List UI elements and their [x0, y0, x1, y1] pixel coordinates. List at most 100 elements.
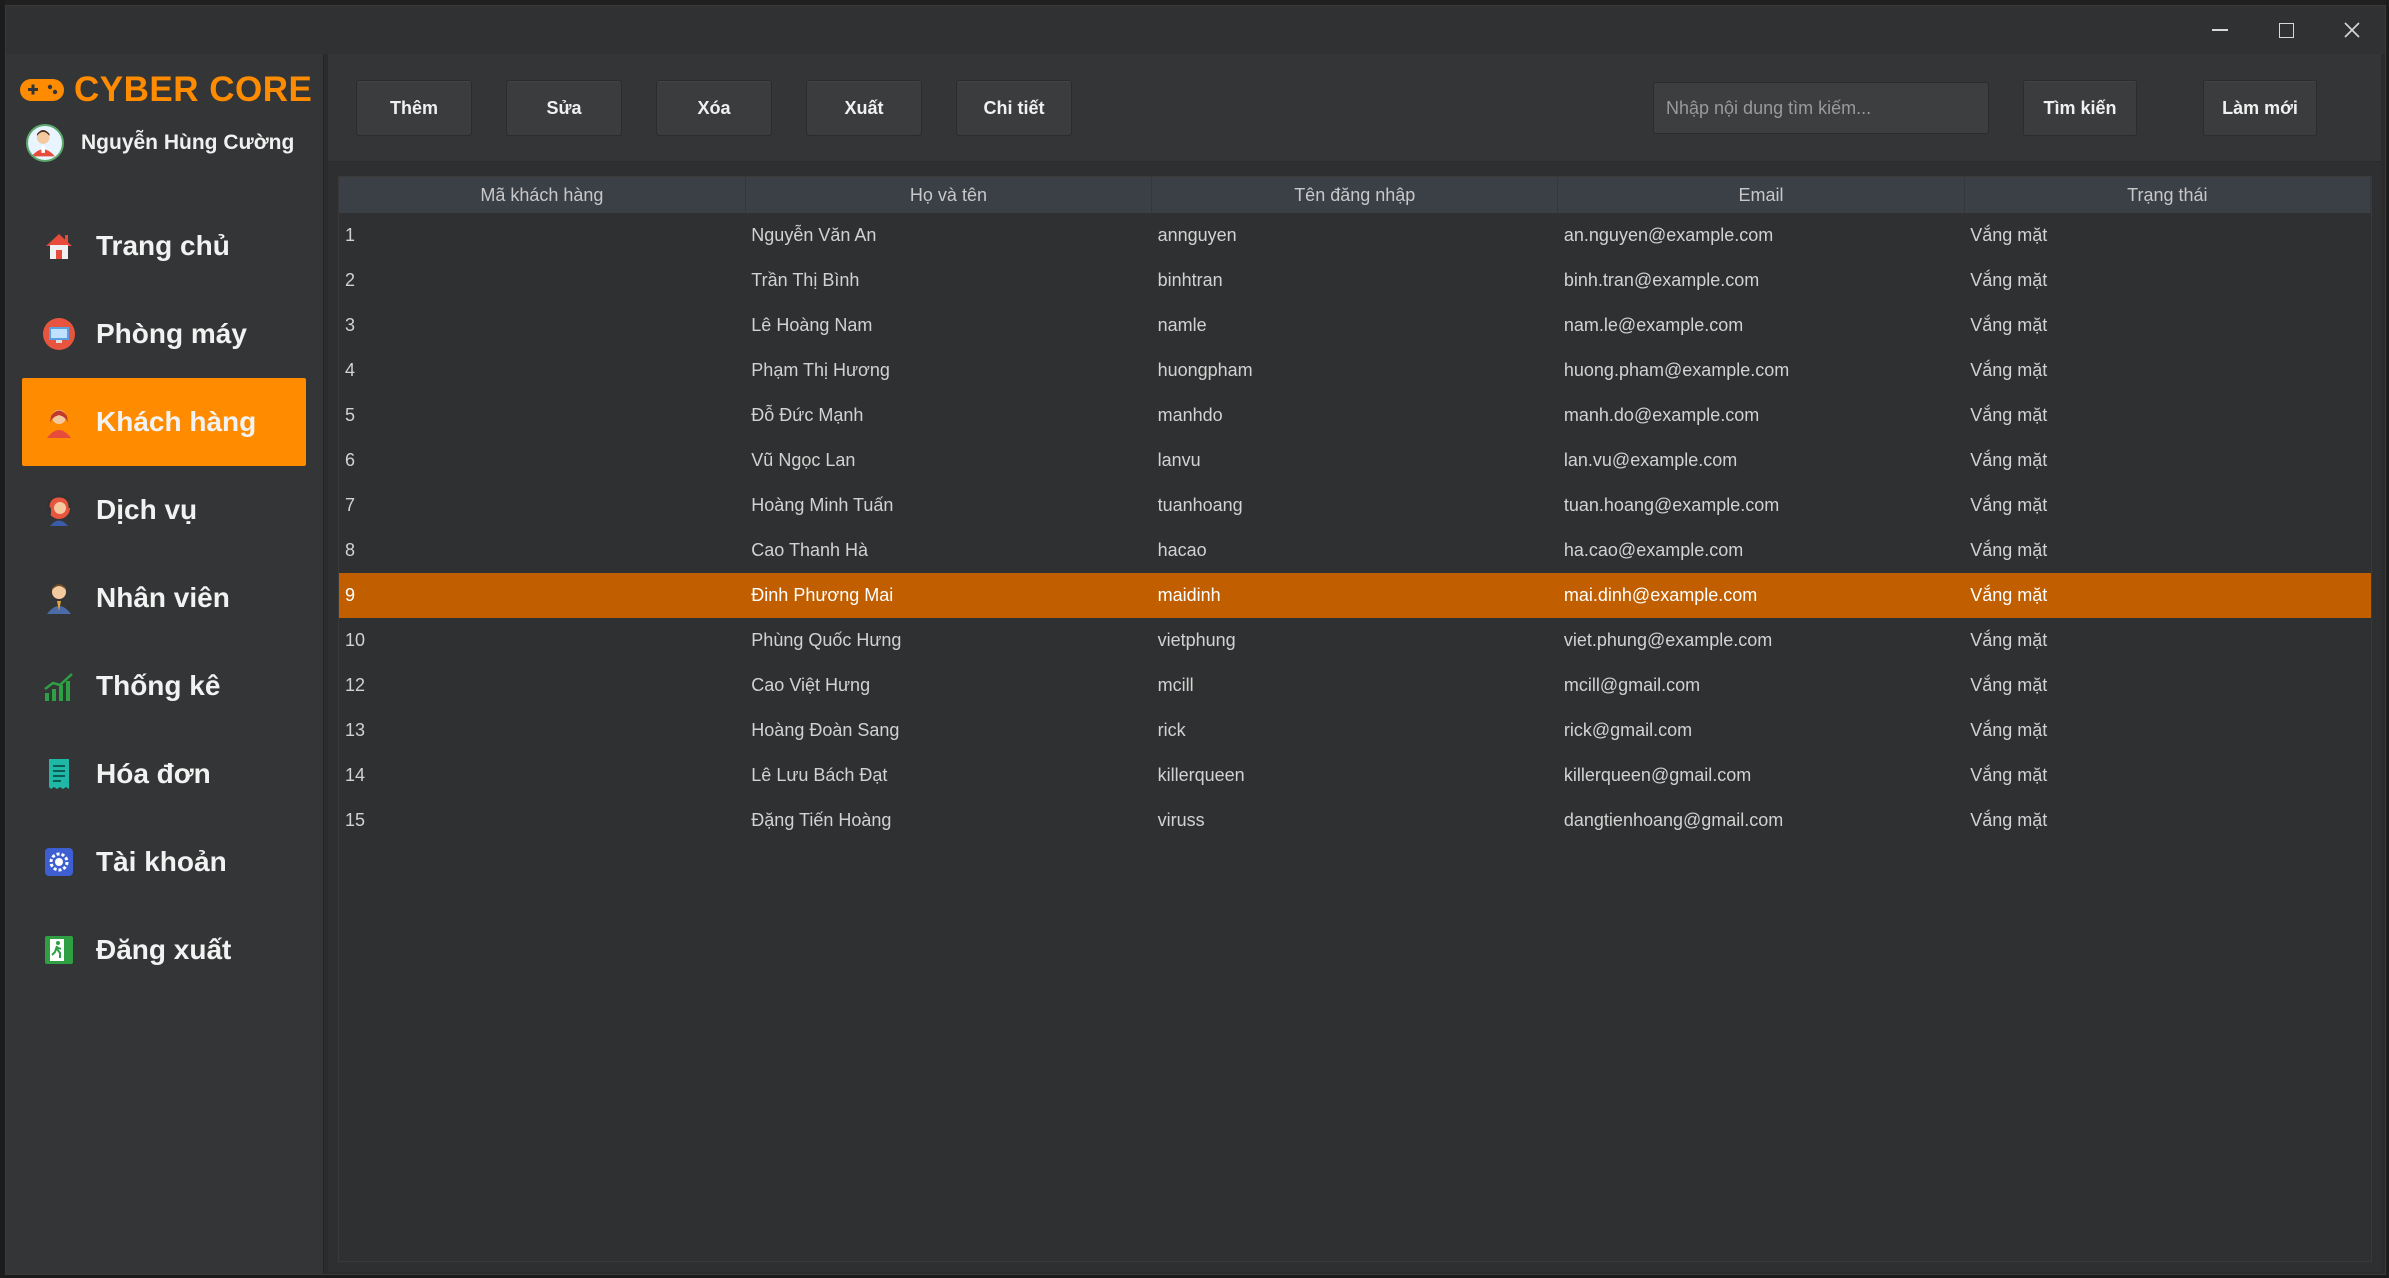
sidebar-item-computer-room[interactable]: Phòng máy [22, 290, 306, 378]
cell-id: 4 [345, 360, 356, 380]
cell-email: nam.le@example.com [1563, 315, 1744, 335]
sidebar-item-statistics[interactable]: Thống kê [22, 642, 306, 730]
table-row[interactable]: 7 Hoàng Minh Tuấn tuanhoang tuan.hoang@exam… [339, 483, 2371, 528]
cell-name: Lê Hoàng Nam [751, 315, 873, 335]
export-button[interactable]: Xuất [806, 80, 922, 136]
cell-username: namle [1157, 315, 1207, 335]
cell-name: Nguyễn Văn An [751, 225, 877, 245]
table-row[interactable]: 2 Trần Thị Bình binhtran binh.tran@example.… [339, 258, 2371, 303]
table-row[interactable]: 3 Lê Hoàng Nam namle nam.le@example.com Vắng… [339, 303, 2371, 348]
service-icon [46, 494, 72, 526]
user-profile: Nguyễn Hùng Cường [26, 124, 294, 162]
table-row[interactable]: 1 Nguyễn Văn An annguyen an.nguyen@example.… [339, 213, 2371, 258]
cell-email: binh.tran@example.com [1563, 270, 1760, 290]
sidebar-item-home[interactable]: Trang chủ [22, 202, 306, 290]
sidebar-item-employees[interactable]: Nhân viên [22, 554, 306, 642]
cell-status: Vắng mặt [1970, 675, 2048, 695]
search-input[interactable] [1653, 82, 1989, 134]
table-row[interactable]: 8 Cao Thanh Hà hacao ha.cao@example.com Vắng… [339, 528, 2371, 573]
cell-name: Phùng Quốc Hưng [751, 630, 902, 650]
sidebar-item-label: Phòng máy [96, 318, 247, 349]
cell-username: annguyen [1157, 225, 1237, 245]
cell-email: mai.dinh@example.com [1563, 585, 1758, 605]
detail-button[interactable]: Chi tiết [956, 80, 1072, 136]
cell-username: hacao [1157, 540, 1207, 560]
cell-username: manhdo [1157, 405, 1223, 425]
table-row[interactable]: 4 Phạm Thị Hương huongpham huong.pham@examp… [339, 348, 2371, 393]
sidebar-item-label: Khách hàng [96, 406, 257, 437]
sidebar-item-customers[interactable]: Khách hàng [22, 378, 306, 466]
table-row[interactable]: 13 Hoàng Đoàn Sang rick rick@gmail.com Vắng … [339, 708, 2371, 753]
column-header-status[interactable]: Trạng thái [1964, 177, 2372, 213]
table-row[interactable]: 5 Đỗ Đức Mạnh manhdo manh.do@example.com Vắn… [339, 393, 2371, 438]
cell-username: mcill [1157, 675, 1194, 695]
cell-id: 14 [345, 765, 366, 785]
edit-button[interactable]: Sửa [506, 80, 622, 136]
sidebar-item-label: Trang chủ [96, 230, 230, 261]
minimize-button[interactable] [2187, 6, 2253, 54]
column-header-email[interactable]: Email [1557, 177, 1965, 213]
maximize-button[interactable] [2253, 6, 2319, 54]
cell-id: 5 [345, 405, 356, 425]
cell-status: Vắng mặt [1970, 630, 2048, 650]
sidebar-item-invoices[interactable]: Hóa đơn [22, 730, 306, 818]
cell-status: Vắng mặt [1970, 225, 2048, 245]
table-row[interactable]: 6 Vũ Ngọc Lan lanvu lan.vu@example.com Vắng … [339, 438, 2371, 483]
cell-id: 1 [345, 225, 356, 245]
cell-email: rick@gmail.com [1563, 720, 1693, 740]
settings-icon [45, 848, 73, 876]
refresh-button[interactable]: Làm mới [2203, 80, 2317, 136]
chart-icon [44, 673, 73, 701]
search-button[interactable]: Tìm kiến [2023, 80, 2137, 136]
sidebar-item-services[interactable]: Dịch vụ [22, 466, 306, 554]
sidebar-item-label: Thống kê [96, 670, 221, 701]
table-row[interactable]: 15 Đặng Tiến Hoàng viruss dangtienhoang@gma… [339, 798, 2371, 843]
cell-name: Hoàng Đoàn Sang [751, 720, 900, 740]
table-row[interactable]: 10 Phùng Quốc Hưng vietphung viet.phung@exa… [339, 618, 2371, 663]
cell-email: huong.pham@example.com [1563, 360, 1790, 380]
cell-name: Hoàng Minh Tuấn [751, 495, 894, 515]
column-header-username[interactable]: Tên đăng nhập [1151, 177, 1559, 213]
cell-status: Vắng mặt [1970, 720, 2048, 740]
sidebar-nav: Trang chủ Phòng máy Khách hàng Dịch vụ N… [22, 202, 306, 994]
cell-status: Vắng mặt [1970, 810, 2048, 830]
customer-table: Mã khách hàng Họ và tên Tên đăng nhập Em… [338, 176, 2372, 1262]
cell-email: mcill@gmail.com [1563, 675, 1701, 695]
invoice-icon [49, 759, 69, 789]
delete-button[interactable]: Xóa [656, 80, 772, 136]
column-header-id[interactable]: Mã khách hàng [339, 177, 746, 213]
cell-name: Trần Thị Bình [751, 270, 860, 290]
column-header-name[interactable]: Họ và tên [745, 177, 1153, 213]
cell-status: Vắng mặt [1970, 585, 2048, 605]
minimize-icon [2212, 29, 2228, 31]
table-body: 1 Nguyễn Văn An annguyen an.nguyen@example.… [339, 213, 2371, 843]
cell-email: tuan.hoang@example.com [1563, 495, 1780, 515]
close-icon [2344, 22, 2360, 38]
cell-status: Vắng mặt [1970, 450, 2048, 470]
employee-icon [47, 584, 71, 614]
cell-username: vietphung [1157, 630, 1236, 650]
add-button[interactable]: Thêm [356, 80, 472, 136]
cell-name: Lê Lưu Bách Đạt [751, 765, 888, 785]
table-row[interactable]: 12 Cao Việt Hưng mcill mcill@gmail.com Vắng … [339, 663, 2371, 708]
maximize-icon [2278, 22, 2294, 38]
cell-username: viruss [1157, 810, 1205, 830]
user-avatar-icon [31, 130, 55, 157]
table-row[interactable]: 14 Lê Lưu Bách Đạt killerqueen killerqueen@… [339, 753, 2371, 798]
cell-email: viet.phung@example.com [1563, 630, 1773, 650]
avatar [26, 124, 64, 162]
user-name: Nguyễn Hùng Cường [81, 131, 295, 154]
cell-email: ha.cao@example.com [1563, 540, 1744, 560]
cell-status: Vắng mặt [1970, 360, 2048, 380]
cell-status: Vắng mặt [1970, 270, 2048, 290]
sidebar-item-logout[interactable]: Đăng xuất [22, 906, 306, 994]
table-row[interactable]: 9 Đinh Phương Mai maidinh mai.dinh@example.… [339, 573, 2371, 618]
cell-id: 8 [345, 540, 356, 560]
cell-username: tuanhoang [1157, 495, 1243, 515]
sidebar-item-account[interactable]: Tài khoản [22, 818, 306, 906]
sidebar-item-label: Nhân viên [96, 582, 230, 613]
cell-name: Đinh Phương Mai [751, 585, 894, 605]
sidebar-item-label: Tài khoản [96, 846, 227, 877]
cell-name: Vũ Ngọc Lan [751, 450, 856, 470]
close-button[interactable] [2319, 6, 2385, 54]
